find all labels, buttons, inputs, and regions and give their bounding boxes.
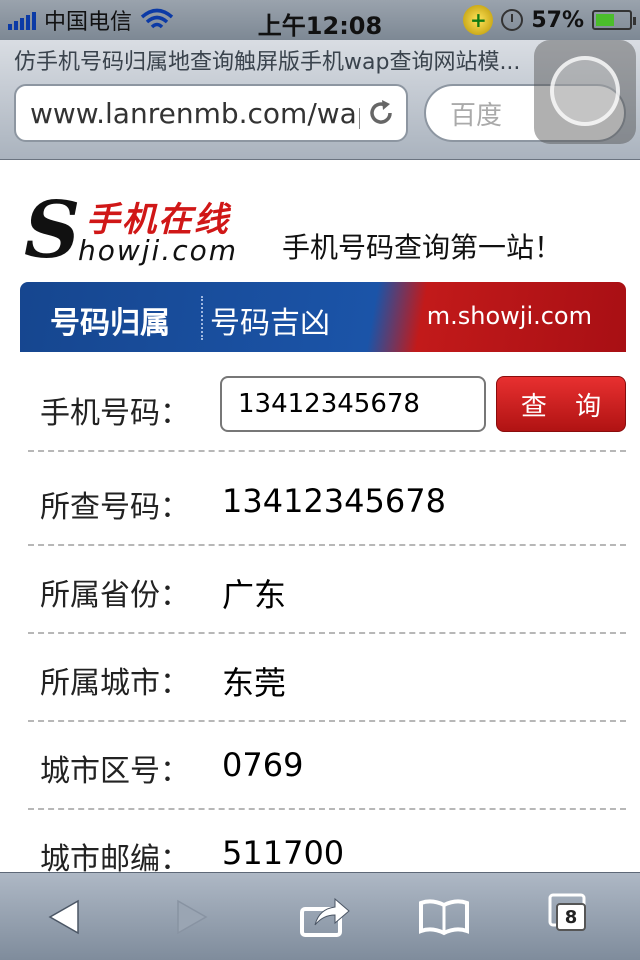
status-bar: 中国电信 上午12:08 + 57% xyxy=(0,0,640,40)
carrier-name: 中国电信 xyxy=(44,10,133,35)
logo-en: howji.com xyxy=(78,234,239,267)
result-label: 城市区号： xyxy=(40,754,190,789)
tab-number-fortune[interactable]: 号码吉凶 xyxy=(210,298,330,342)
site-url-link[interactable]: m.showji.com xyxy=(427,302,592,330)
nav-banner: 号码归属 号码吉凶 m.showji.com xyxy=(20,282,626,352)
tab-number-location[interactable]: 号码归属 xyxy=(50,298,170,342)
battery-percent: 57% xyxy=(531,7,584,33)
result-row: 所属省份： 广东 xyxy=(28,546,626,634)
back-arrow-icon xyxy=(48,899,79,935)
result-row: 所属城市： 东莞 xyxy=(28,634,626,722)
result-label: 所属城市： xyxy=(40,666,190,701)
battery-icon xyxy=(592,10,636,30)
signal-icon xyxy=(8,10,36,30)
tab-divider xyxy=(201,296,203,340)
result-value: 广东 xyxy=(222,576,287,614)
book-icon xyxy=(419,899,469,936)
result-value: 东莞 xyxy=(222,664,287,702)
result-value: 0769 xyxy=(222,746,304,784)
phone-query-row: 手机号码： 查 询 xyxy=(28,364,626,452)
logo-s: S xyxy=(24,185,81,276)
browser-chrome: 仿手机号码归属地查询触屏版手机wap查询网站模... www.lanrenmb.… xyxy=(0,40,640,160)
site-header: S 手机在线 howji.com 手机号码查询第一站！ xyxy=(0,160,640,280)
query-button[interactable]: 查 询 xyxy=(496,376,626,432)
alarm-clock-icon xyxy=(501,9,524,31)
tabs-count-badge: 8 xyxy=(556,903,586,931)
tabs-button[interactable]: 8 xyxy=(544,891,604,943)
back-button[interactable] xyxy=(34,891,94,943)
site-logo[interactable]: S 手机在线 howji.com xyxy=(24,190,254,272)
bookmarks-button[interactable] xyxy=(414,891,474,943)
page-title: 仿手机号码归属地查询触屏版手机wap查询网站模... xyxy=(14,50,521,75)
result-label: 所属省份： xyxy=(40,578,190,613)
search-placeholder: 百度 xyxy=(450,100,503,131)
share-button[interactable] xyxy=(296,891,356,943)
result-row: 所查号码： 13412345678 xyxy=(28,458,626,546)
share-icon xyxy=(300,897,350,937)
plus-badge-icon: + xyxy=(463,5,494,35)
browser-toolbar: 8 xyxy=(0,872,640,960)
phone-input[interactable] xyxy=(220,376,486,432)
url-text: www.lanrenmb.com/wap xyxy=(30,96,360,130)
result-value: 511700 xyxy=(222,834,345,872)
phone-label: 手机号码： xyxy=(40,396,190,431)
result-value: 13412345678 xyxy=(222,482,446,520)
result-row: 城市区号： 0769 xyxy=(28,722,626,810)
forward-arrow-icon xyxy=(177,899,208,935)
address-bar[interactable]: www.lanrenmb.com/wap xyxy=(14,84,408,142)
wifi-icon xyxy=(140,8,174,29)
site-slogan: 手机号码查询第一站！ xyxy=(282,231,563,264)
assistive-touch-button[interactable] xyxy=(534,40,636,144)
result-label: 所查号码： xyxy=(40,490,190,525)
reload-icon[interactable] xyxy=(366,98,396,128)
forward-button[interactable] xyxy=(162,891,222,943)
